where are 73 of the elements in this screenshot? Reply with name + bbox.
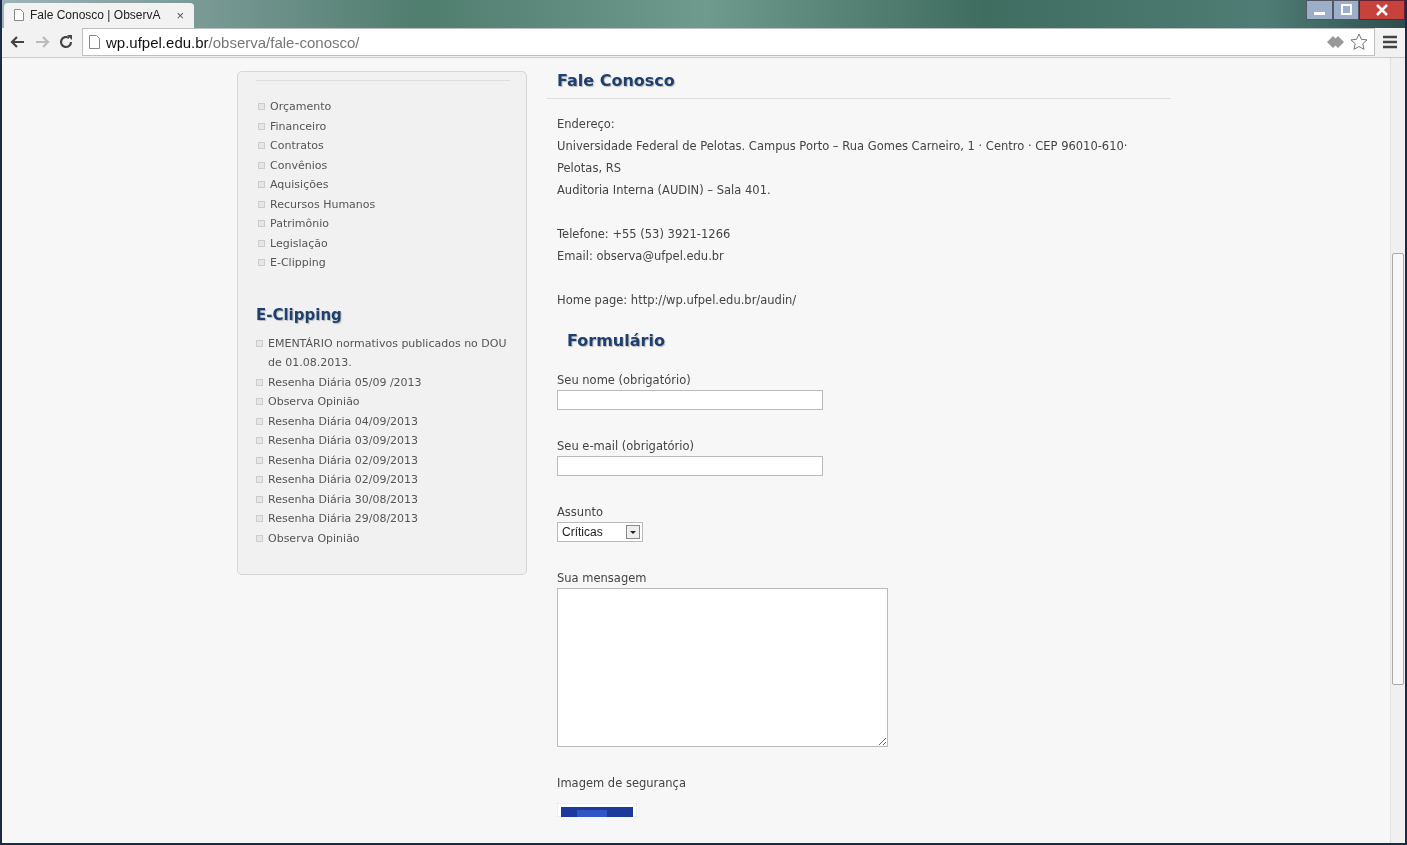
sidebar-link[interactable]: Recursos Humanos bbox=[270, 194, 376, 214]
bullet-icon bbox=[258, 200, 265, 208]
contact-text: Pelotas, RS bbox=[557, 160, 622, 177]
sidebar-link[interactable]: Financeiro bbox=[270, 116, 327, 136]
bullet-icon bbox=[258, 161, 265, 169]
text-field[interactable] bbox=[557, 390, 823, 410]
bullet-icon bbox=[256, 495, 263, 503]
field-label: Assunto bbox=[557, 504, 604, 521]
clipping-link[interactable]: Resenha Diária 29/08/2013 bbox=[268, 509, 419, 529]
url-text: wp.ufpel.edu.br/observa/fale-conosco/ bbox=[106, 33, 360, 51]
clipping-link[interactable]: Observa Opinião bbox=[268, 528, 360, 548]
bullet-icon bbox=[258, 220, 265, 227]
clipping-link[interactable]: Resenha Diária 02/09/2013 bbox=[268, 470, 419, 490]
clipping-link[interactable]: Observa Opinião bbox=[268, 392, 360, 412]
scrollbar[interactable] bbox=[1390, 58, 1405, 843]
clipping-link[interactable]: Resenha Diária 02/09/2013 bbox=[268, 450, 419, 470]
sidebar-link[interactable]: Legislação bbox=[270, 233, 328, 253]
field-label: Seu nome (obrigatório) bbox=[557, 372, 692, 389]
tab-close-button[interactable]: × bbox=[176, 7, 184, 23]
contact-text: Home page: http://wp.ufpel.edu.br/audin/ bbox=[557, 292, 798, 309]
bullet-icon bbox=[258, 142, 265, 149]
sidebar-heading: E-Clipping bbox=[256, 305, 343, 324]
extension-icon[interactable] bbox=[1326, 35, 1344, 50]
contact-text: Universidade Federal de Pelotas. Campus Porto – Rua Gomes Carneiro, 1 · Centro · CEP 96010-610· bbox=[557, 138, 1129, 155]
field-label: Imagem de segurança bbox=[557, 775, 687, 792]
clipping-link[interactable]: Resenha Diária 03/09/2013 bbox=[268, 431, 419, 451]
caret-icon bbox=[626, 525, 640, 539]
form-heading: Formulário bbox=[567, 331, 666, 350]
bullet-icon bbox=[256, 417, 263, 425]
contact-text: Auditoria Interna (AUDIN) – Sala 401. bbox=[557, 182, 772, 199]
bullet-icon bbox=[258, 103, 265, 110]
browser-tab[interactable]: Fale Conosco | ObservA × bbox=[4, 2, 194, 28]
bullet-icon bbox=[256, 534, 263, 542]
star-icon[interactable] bbox=[1350, 33, 1368, 52]
bullet-icon bbox=[256, 476, 263, 483]
clipping-link[interactable]: Resenha Diária 04/09/2013 bbox=[268, 411, 419, 431]
sidebar-link[interactable]: Orçamento bbox=[270, 97, 332, 117]
message-field[interactable] bbox=[557, 588, 888, 747]
bullet-icon bbox=[256, 398, 263, 405]
page-icon bbox=[14, 9, 24, 22]
page-icon bbox=[89, 35, 100, 50]
field-label: Sua mensagem bbox=[557, 570, 648, 587]
clipping-link[interactable]: Resenha Diária 05/09 /2013 bbox=[268, 372, 422, 392]
sidebar-link[interactable]: Aquisições bbox=[270, 175, 329, 195]
restore-icon[interactable] bbox=[1333, 0, 1359, 20]
page-title: Fale Conosco bbox=[547, 71, 1171, 99]
bullet-icon bbox=[258, 239, 265, 247]
contact-text: Telefone: +55 (53) 3921-1266 bbox=[557, 226, 732, 243]
sidebar-link[interactable]: E-Clipping bbox=[270, 253, 326, 273]
contact-text: Email: observa@ufpel.edu.br bbox=[557, 248, 725, 265]
field-label: Seu e-mail (obrigatório) bbox=[557, 438, 695, 455]
address-bar[interactable]: wp.ufpel.edu.br/observa/fale-conosco/ bbox=[82, 28, 1375, 57]
text-field[interactable] bbox=[557, 456, 823, 476]
bullet-icon bbox=[256, 456, 263, 464]
reload-icon[interactable] bbox=[58, 34, 74, 51]
bullet-icon bbox=[258, 122, 265, 130]
subject-dropdown[interactable]: Críticas bbox=[557, 522, 643, 542]
bullet-icon bbox=[256, 515, 263, 522]
clipping-link[interactable]: EMENTÁRIO normativos publicados no DOU de 01.08.2013. bbox=[268, 333, 510, 373]
sidebar-link[interactable]: Patrimônio bbox=[270, 214, 329, 234]
tab-title: Fale Conosco | ObservA bbox=[30, 8, 162, 23]
menu-icon[interactable] bbox=[1383, 35, 1397, 50]
bullet-icon bbox=[256, 378, 263, 386]
close-icon[interactable] bbox=[1359, 0, 1405, 20]
sidebar-link[interactable]: Contratos bbox=[270, 136, 324, 156]
bullet-icon bbox=[258, 259, 265, 266]
contact-text: Endereço: bbox=[557, 116, 616, 133]
bullet-icon bbox=[256, 339, 263, 347]
sidebar-link[interactable]: Convênios bbox=[270, 155, 328, 175]
bullet-icon bbox=[256, 437, 263, 444]
clipping-link[interactable]: Resenha Diária 30/08/2013 bbox=[268, 489, 419, 509]
bullet-icon bbox=[258, 181, 265, 188]
minimize-icon[interactable] bbox=[1306, 0, 1333, 20]
